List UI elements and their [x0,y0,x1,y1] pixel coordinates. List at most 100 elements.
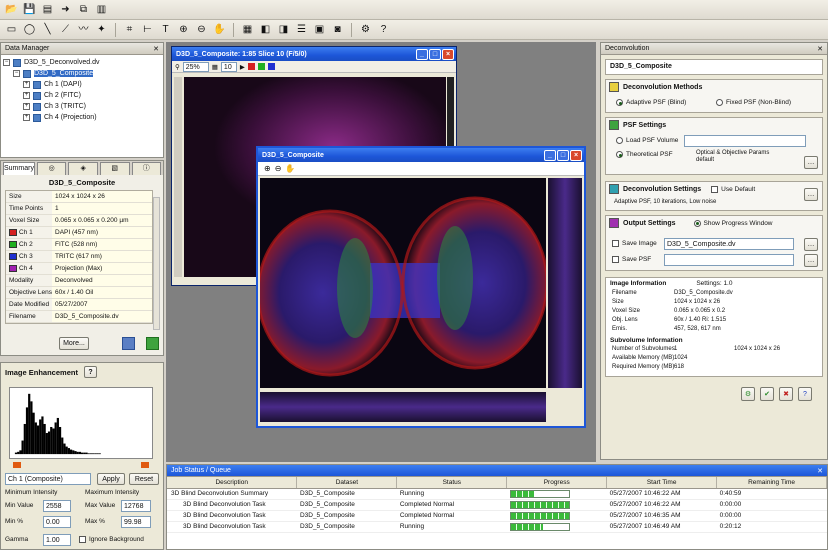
gamma-field[interactable]: 1.00 [43,534,71,546]
tab-info-icon[interactable]: ⓘ [131,162,162,175]
tree-item[interactable]: + Ch 3 (TRITC) [3,101,161,112]
psf-browse-icon[interactable]: … [804,156,818,169]
settings-icon[interactable]: ⚙ [358,22,373,37]
collapse-icon[interactable]: − [3,59,10,66]
image-window-2[interactable]: D3D_5_Composite _ □ × ⊕ ⊖ ✋ [256,146,586,428]
tab-chart-icon[interactable]: ▧ [99,162,130,175]
maximize-icon[interactable]: □ [429,48,441,60]
job-row[interactable]: 3D Blind Deconvolution Task D3D_5_Composi… [167,510,827,522]
property-value[interactable]: Projection (Max) [52,263,152,274]
tree-item[interactable]: + Ch 4 (Projection) [3,112,161,123]
channel-icon[interactable]: ◨ [276,22,291,37]
save-psf-field[interactable] [664,254,794,266]
property-value[interactable]: FITC (528 nm) [52,239,152,250]
camera-icon[interactable]: ◙ [330,22,345,37]
job-row[interactable]: 3D Blind Deconvolution Task D3D_5_Composi… [167,499,827,511]
line-tool-icon[interactable]: ╲ [40,22,55,37]
hand-tool-icon[interactable]: ✋ [212,22,227,37]
properties-scrollbar[interactable] [153,197,160,330]
copy-icon[interactable]: ⧉ [76,2,91,17]
help-icon[interactable]: ? [798,387,812,401]
hand-icon[interactable]: ✋ [285,164,295,173]
property-value[interactable]: 05/27/2007 [52,299,152,310]
stop-icon[interactable]: ✖ [779,387,793,401]
expand-icon[interactable]: + [23,92,30,99]
play-icon[interactable]: ▶ [240,63,245,71]
zoom-in-icon[interactable]: ⊕ [264,164,271,173]
green-channel-icon[interactable] [257,63,265,70]
red-channel-icon[interactable] [247,63,255,70]
column-header[interactable]: Description [167,477,298,489]
channel-color-swatch[interactable] [9,253,17,260]
channel-color-swatch[interactable] [9,229,17,236]
image-window-2-title-bar[interactable]: D3D_5_Composite _ □ × [258,148,584,162]
min-value-field[interactable]: 2558 [43,500,71,512]
apply-properties-icon[interactable] [146,337,159,350]
rectangle-tool-icon[interactable]: ▭ [4,22,19,37]
property-value[interactable]: 60x / 1.40 Oil [52,287,152,298]
job-row[interactable]: 3D Blind Deconvolution Task D3D_5_Composi… [167,521,827,533]
minimize-icon[interactable]: _ [416,48,428,60]
zoom-out-icon[interactable]: ⊖ [194,22,209,37]
tree-item[interactable]: − D3D_5_Composite [3,68,161,79]
close-icon[interactable]: ✕ [153,45,159,53]
job-row[interactable]: 3D Blind Deconvolution Summary D3D_5_Comp… [167,488,827,500]
measure-tool-icon[interactable]: ⊢ [140,22,155,37]
collapse-icon[interactable]: − [13,70,20,77]
tree-item[interactable]: + Ch 1 (DAPI) [3,79,161,90]
zoom-out-icon[interactable]: ⊖ [275,164,282,173]
use-default-checkbox[interactable] [711,185,719,193]
tab-globe-icon[interactable]: ◎ [36,162,67,175]
max-slider-handle[interactable] [141,462,149,468]
grid-icon[interactable]: ▦ [240,22,255,37]
column-header[interactable]: Remaining Time [716,477,827,489]
column-header[interactable]: Start Time [606,477,718,489]
channel-color-swatch[interactable] [9,265,17,272]
layers-icon[interactable]: ☰ [294,22,309,37]
adaptive-psf-radio[interactable] [616,99,623,106]
psf-path-field[interactable] [684,135,806,147]
folder-open-icon[interactable]: 📂 [4,2,19,17]
grid-view-icon[interactable] [122,337,135,350]
freehand-tool-icon[interactable]: 〰 [76,22,91,37]
enhancement-help-icon[interactable]: ? [83,366,97,378]
more-button[interactable]: More... [59,337,89,350]
max-percent-field[interactable]: 99.98 [121,516,151,528]
reset-button[interactable]: Reset [129,473,159,485]
show-progress-radio[interactable] [693,219,701,227]
property-value[interactable]: 1024 x 1024 x 26 [52,191,152,202]
close-icon[interactable]: × [442,48,454,60]
property-value[interactable]: Deconvolved [52,275,152,286]
load-psf-radio[interactable] [616,137,623,144]
yz-projection-view[interactable] [548,178,582,388]
save-image-field[interactable]: D3D_5_Composite.dv [664,238,794,250]
image-window-1-title-bar[interactable]: D3D_5_Composite: 1:85 Slice 10 (F/5/0) _… [172,47,456,61]
close-icon[interactable]: ✕ [817,45,823,53]
property-value[interactable]: 0.065 x 0.065 x 0.200 µm [52,215,152,226]
settings-edit-icon[interactable]: … [804,188,818,201]
property-value[interactable]: TRITC (617 nm) [52,251,152,262]
fixed-psf-radio[interactable] [716,99,723,106]
run-icon[interactable]: ⚙ [741,387,755,401]
save-icon[interactable]: 💾 [22,2,37,17]
save-psf-browse-icon[interactable]: … [804,254,818,267]
polyline-tool-icon[interactable]: ⟋ [58,22,73,37]
zoom-level-field[interactable]: 25% [182,61,209,72]
crop-tool-icon[interactable]: ⌗ [122,22,137,37]
property-value[interactable]: 1 [52,203,152,214]
blue-channel-icon[interactable] [267,63,275,70]
zoom-tool-icon[interactable]: ⚲ [175,63,180,71]
column-header[interactable]: Dataset [296,477,398,489]
tree-item[interactable]: + Ch 2 (FITC) [3,90,161,101]
xz-projection-view[interactable] [260,392,546,422]
apply-button[interactable]: Apply [97,473,125,485]
expand-icon[interactable]: + [23,103,30,110]
save-image-checkbox[interactable] [612,240,619,247]
maximize-icon[interactable]: □ [557,149,569,161]
slice-slider[interactable] [174,77,182,277]
tab-filter-icon[interactable]: ◈ [68,162,98,175]
help-icon[interactable]: ? [376,22,391,37]
composite-image-view-2[interactable] [260,178,546,388]
text-tool-icon[interactable]: T [158,22,173,37]
tree-item[interactable]: − D3D_5_Deconvolved.dv [3,57,161,68]
